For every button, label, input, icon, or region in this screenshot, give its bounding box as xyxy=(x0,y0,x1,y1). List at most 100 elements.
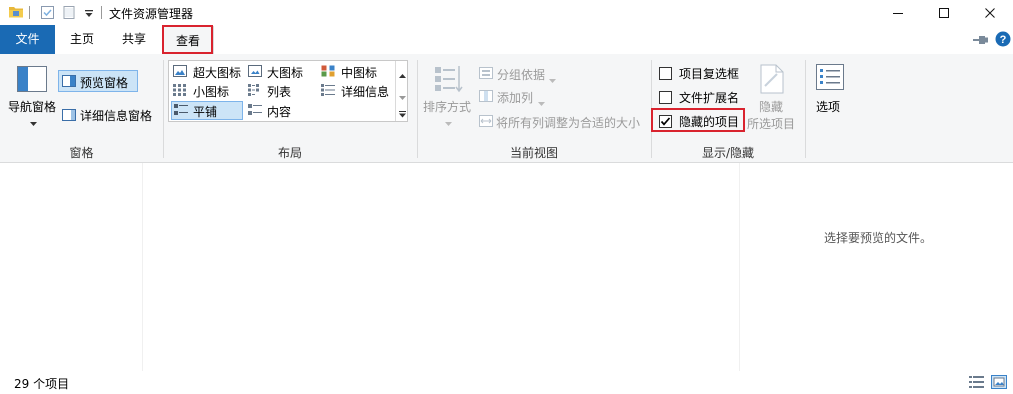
options-icon xyxy=(816,64,844,93)
nav-pane-dropdown-icon xyxy=(30,115,37,129)
list-label: 列表 xyxy=(267,85,292,99)
item-checkboxes-checkbox[interactable] xyxy=(659,67,672,80)
extra-large-icons-label: 超大图标 xyxy=(193,66,242,80)
small-icons-icon xyxy=(173,84,187,99)
minimize-button[interactable] xyxy=(875,0,921,25)
status-bar: 29 个项目 xyxy=(0,371,1013,394)
gallery-scroll-down-icon[interactable] xyxy=(399,89,406,103)
svg-text:?: ? xyxy=(1000,34,1007,46)
ribbon-tab-row: 文件 主页 共享 查看 ? xyxy=(0,25,1013,56)
fit-columns-icon xyxy=(479,115,493,130)
tab-view-highlight xyxy=(162,25,213,54)
fit-columns-button[interactable]: 将所有列调整为合适的大小 xyxy=(476,112,646,132)
details-icon xyxy=(321,84,335,99)
maximize-button[interactable] xyxy=(921,0,967,25)
tiles-icon xyxy=(174,104,188,119)
group-by-label: 分组依据 xyxy=(497,68,546,82)
small-icons-label: 小图标 xyxy=(193,85,230,99)
layout-large-icons[interactable]: 大图标 xyxy=(245,62,317,81)
options-button[interactable]: 选项 xyxy=(810,60,850,132)
hide-selected-icon xyxy=(759,64,785,97)
qat-customize-icon[interactable] xyxy=(84,8,94,22)
qat-separator-2 xyxy=(101,6,102,19)
group-separator xyxy=(805,60,806,158)
tiles-label: 平铺 xyxy=(193,105,218,119)
folder-icon xyxy=(8,5,24,22)
pin-ribbon-icon[interactable] xyxy=(973,34,989,48)
add-column-dropdown-icon xyxy=(538,95,545,109)
preview-pane-icon xyxy=(62,75,76,90)
new-folder-icon[interactable] xyxy=(62,5,77,23)
item-count: 29 个项目 xyxy=(14,377,70,391)
panes-group-label: 窗格 xyxy=(69,146,94,160)
large-icons-label: 大图标 xyxy=(267,66,304,80)
layout-details[interactable]: 详细信息 xyxy=(319,81,393,100)
hide-selected-button[interactable]: 隐藏 所选项目 xyxy=(747,60,800,132)
group-by-icon xyxy=(479,67,493,82)
item-checkboxes-label: 项目复选框 xyxy=(679,67,740,81)
show-hide-group-label: 显示/隐藏 xyxy=(701,146,755,160)
layout-extra-large-icons[interactable]: 超大图标 xyxy=(171,62,245,81)
add-column-button[interactable]: 添加列 xyxy=(476,87,556,107)
medium-icons-icon xyxy=(321,65,335,80)
add-column-icon xyxy=(479,90,493,105)
details-view-icon[interactable] xyxy=(969,376,985,391)
extra-large-icons-icon xyxy=(173,65,187,80)
group-by-dropdown-icon xyxy=(549,72,556,86)
window-title: 文件资源管理器 xyxy=(109,7,194,21)
hide-selected-label-1: 隐藏 xyxy=(759,100,784,114)
details-pane-button[interactable]: 详细信息窗格 xyxy=(60,104,158,126)
sort-by-dropdown-icon xyxy=(445,115,452,129)
sort-by-button[interactable]: 排序方式 xyxy=(421,60,475,132)
gallery-scroll-up-icon[interactable] xyxy=(399,67,406,81)
qat-separator xyxy=(29,6,30,19)
file-extensions-toggle[interactable]: 文件扩展名 xyxy=(656,88,746,106)
medium-icons-label: 中图标 xyxy=(341,66,378,80)
fit-columns-label: 将所有列调整为合适的大小 xyxy=(496,116,641,130)
sort-by-icon xyxy=(433,64,463,97)
nav-pane-button[interactable]: 导航窗格 xyxy=(6,60,58,126)
layout-medium-icons[interactable]: 中图标 xyxy=(319,62,393,81)
preview-pane-button[interactable]: 预览窗格 xyxy=(58,70,138,92)
file-extensions-label: 文件扩展名 xyxy=(679,91,740,105)
file-extensions-checkbox[interactable] xyxy=(659,91,672,104)
nav-pane-icon xyxy=(17,66,47,95)
tab-share[interactable]: 共享 xyxy=(112,25,156,54)
add-column-label: 添加列 xyxy=(497,91,534,105)
layout-gallery: 超大图标 大图标 中图标 小图标 列表 详细信息 平铺 内容 xyxy=(168,60,408,122)
layout-group-label: 布局 xyxy=(277,146,302,160)
title-bar: 文件资源管理器 xyxy=(0,0,1013,25)
close-button[interactable] xyxy=(967,0,1013,25)
large-icons-icon xyxy=(248,65,262,80)
nav-pane-label: 导航窗格 xyxy=(8,100,57,114)
hide-selected-label-2: 所选项目 xyxy=(747,117,796,131)
details-pane-label: 详细信息窗格 xyxy=(80,109,153,123)
layout-content[interactable]: 内容 xyxy=(245,101,317,120)
item-checkboxes-toggle[interactable]: 项目复选框 xyxy=(656,64,746,82)
current-view-group-label: 当前视图 xyxy=(509,146,558,160)
hidden-items-highlight xyxy=(651,108,745,132)
group-by-button[interactable]: 分组依据 xyxy=(476,64,566,84)
file-list[interactable] xyxy=(143,163,739,371)
list-icon xyxy=(248,84,262,99)
details-pane-icon xyxy=(62,109,76,124)
properties-icon[interactable] xyxy=(40,5,55,23)
main-content: 选择要预览的文件。 xyxy=(0,163,1013,371)
tab-home[interactable]: 主页 xyxy=(60,25,104,54)
gallery-expand-icon[interactable] xyxy=(399,107,406,121)
ribbon: 导航窗格 预览窗格 详细信息窗格 窗格 超大图标 大图标 中图标 小图标 列表 … xyxy=(0,54,1013,163)
layout-gallery-scroll xyxy=(395,61,408,121)
details-label: 详细信息 xyxy=(341,85,390,99)
content-label: 内容 xyxy=(267,105,292,119)
preview-pane-label: 预览窗格 xyxy=(80,76,129,90)
options-label: 选项 xyxy=(816,100,841,114)
sort-by-label: 排序方式 xyxy=(423,100,472,114)
layout-list[interactable]: 列表 xyxy=(245,81,317,100)
navigation-pane[interactable] xyxy=(0,163,143,371)
tab-file[interactable]: 文件 xyxy=(0,25,55,54)
preview-pane: 选择要预览的文件。 xyxy=(739,163,1013,371)
help-icon[interactable]: ? xyxy=(995,31,1011,50)
layout-small-icons[interactable]: 小图标 xyxy=(171,81,245,100)
layout-tiles[interactable]: 平铺 xyxy=(171,101,243,120)
large-icons-view-icon[interactable] xyxy=(991,375,1007,392)
